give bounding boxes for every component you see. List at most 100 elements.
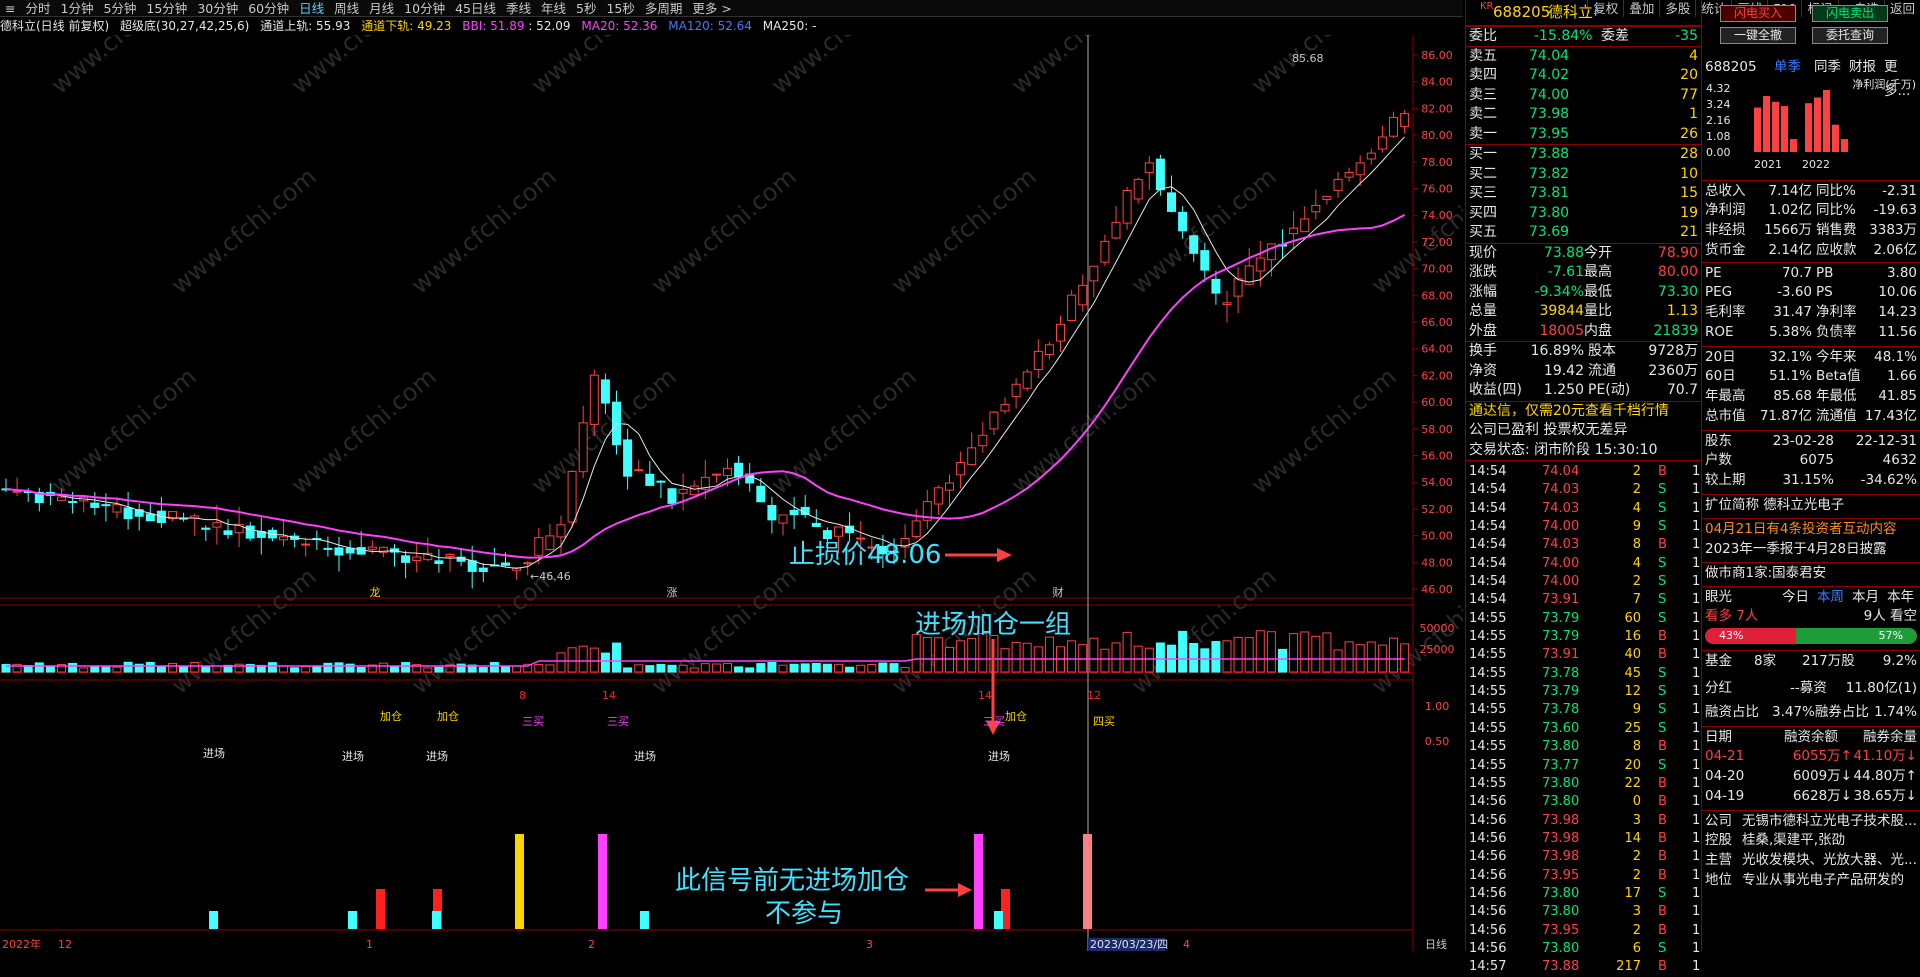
volume-bar[interactable]	[967, 637, 977, 673]
candlestick[interactable]	[945, 474, 954, 506]
volume-bar[interactable]	[723, 662, 732, 673]
volume-bar[interactable]	[267, 662, 277, 673]
signal-bar[interactable]	[974, 834, 983, 929]
volume-bar[interactable]	[1111, 642, 1121, 673]
candlestick[interactable]	[1244, 247, 1254, 285]
signal-bar[interactable]	[598, 834, 607, 929]
profit-bar[interactable]	[1832, 124, 1839, 152]
candlestick[interactable]	[1377, 125, 1387, 153]
volume-bar[interactable]	[1044, 636, 1054, 673]
profit-bar[interactable]	[1772, 101, 1779, 152]
volume-bar[interactable]	[312, 665, 322, 673]
menu-icon[interactable]: ≡	[0, 0, 20, 17]
candlestick[interactable]	[1333, 171, 1343, 198]
volume-bar[interactable]	[567, 647, 577, 673]
volume-bar[interactable]	[534, 663, 544, 673]
candlestick[interactable]	[1122, 186, 1132, 230]
volume-bar[interactable]	[212, 665, 222, 673]
profit-bar[interactable]	[1763, 96, 1770, 152]
volume-bar[interactable]	[279, 665, 288, 673]
kline-chart-area[interactable]: www.cfchi.com www.cfchi.com www.cfchi.com w…	[0, 35, 1463, 951]
volume-bar[interactable]	[933, 637, 943, 673]
period-tab[interactable]: 15秒	[601, 0, 639, 17]
candlestick[interactable]	[1100, 234, 1110, 266]
trade-button[interactable]: 一键全撤	[1720, 27, 1796, 44]
info-icon[interactable]: i	[1594, 0, 1597, 24]
candlestick[interactable]	[545, 523, 555, 551]
volume-bar[interactable]	[356, 667, 366, 673]
profit-bar[interactable]	[1823, 90, 1830, 152]
trade-button[interactable]: 闪电卖出	[1812, 5, 1888, 22]
volume-bar[interactable]	[79, 667, 89, 673]
volume-bar[interactable]	[179, 666, 189, 673]
volume-bar[interactable]	[623, 667, 633, 673]
volume-bar[interactable]	[734, 666, 744, 673]
volume-bar[interactable]	[545, 664, 555, 673]
candlestick[interactable]	[956, 451, 966, 489]
volume-bar[interactable]	[834, 663, 843, 673]
candlestick[interactable]	[378, 546, 388, 558]
volume-bar[interactable]	[1278, 648, 1287, 673]
candlestick[interactable]	[512, 567, 522, 580]
candlestick[interactable]	[345, 540, 355, 560]
volume-bar[interactable]	[1233, 636, 1243, 673]
volume-bar[interactable]	[1011, 641, 1021, 673]
fund-tab[interactable]: 单季	[1774, 55, 1801, 79]
volume-bar[interactable]	[512, 665, 522, 673]
period-tab[interactable]: 日线	[294, 0, 329, 17]
candlestick[interactable]	[123, 492, 133, 530]
volume-bar[interactable]	[911, 634, 921, 673]
volume-bar[interactable]	[612, 642, 621, 673]
candlestick[interactable]	[1144, 156, 1154, 190]
candlestick[interactable]	[34, 487, 44, 512]
candlestick[interactable]	[778, 514, 788, 536]
profit-bar[interactable]	[1790, 139, 1797, 152]
candlestick[interactable]	[156, 496, 166, 528]
volume-bar[interactable]	[889, 663, 899, 673]
fund-tab[interactable]: 财报	[1849, 55, 1876, 79]
candlestick[interactable]	[922, 490, 932, 529]
volume-bar[interactable]	[767, 662, 777, 673]
volume-bar[interactable]	[334, 662, 344, 673]
candlestick[interactable]	[1056, 315, 1065, 353]
event-marker[interactable]: 龙	[370, 586, 381, 599]
volume-bar[interactable]	[1289, 633, 1299, 673]
quote-row[interactable]: 通达信，仅需20元查看千档行情	[1466, 402, 1701, 422]
candlestick[interactable]	[1033, 339, 1043, 379]
volume-bar[interactable]	[190, 662, 200, 673]
volume-bar[interactable]	[656, 663, 666, 673]
candlestick[interactable]	[1233, 267, 1243, 314]
volume-bar[interactable]	[201, 666, 211, 673]
volume-bar[interactable]	[600, 652, 610, 673]
volume-bar[interactable]	[1100, 648, 1110, 673]
volume-bar[interactable]	[900, 667, 910, 673]
volume-bar[interactable]	[556, 652, 566, 673]
volume-bar[interactable]	[501, 665, 510, 673]
volume-bar[interactable]	[956, 640, 966, 673]
period-tab[interactable]: 60分钟	[243, 0, 294, 17]
volume-bar[interactable]	[711, 663, 721, 673]
volume-bar[interactable]	[634, 664, 644, 673]
volume-bar[interactable]	[434, 666, 444, 673]
candlestick[interactable]	[301, 537, 311, 557]
profit-bar[interactable]	[1805, 103, 1812, 152]
volume-bar[interactable]	[1366, 641, 1376, 673]
candlestick[interactable]	[1067, 290, 1077, 322]
volume-bar[interactable]	[789, 663, 799, 673]
volume-bar[interactable]	[667, 664, 677, 673]
volume-bar[interactable]	[1178, 630, 1188, 673]
volume-bar[interactable]	[90, 665, 100, 673]
candlestick[interactable]	[434, 548, 444, 573]
candlestick[interactable]	[179, 512, 189, 522]
candlestick[interactable]	[489, 547, 499, 567]
period-tab[interactable]: 5秒	[571, 0, 601, 17]
candlestick[interactable]	[689, 480, 699, 496]
candlestick[interactable]	[789, 496, 799, 529]
profit-bar[interactable]	[1754, 107, 1761, 152]
candlestick[interactable]	[390, 544, 399, 567]
event-marker[interactable]: 涨	[667, 586, 678, 599]
candlestick[interactable]	[1167, 175, 1176, 213]
volume-bar[interactable]	[34, 662, 44, 673]
period-tab[interactable]: 更多 >	[687, 0, 736, 17]
signal-bar[interactable]	[640, 911, 649, 929]
